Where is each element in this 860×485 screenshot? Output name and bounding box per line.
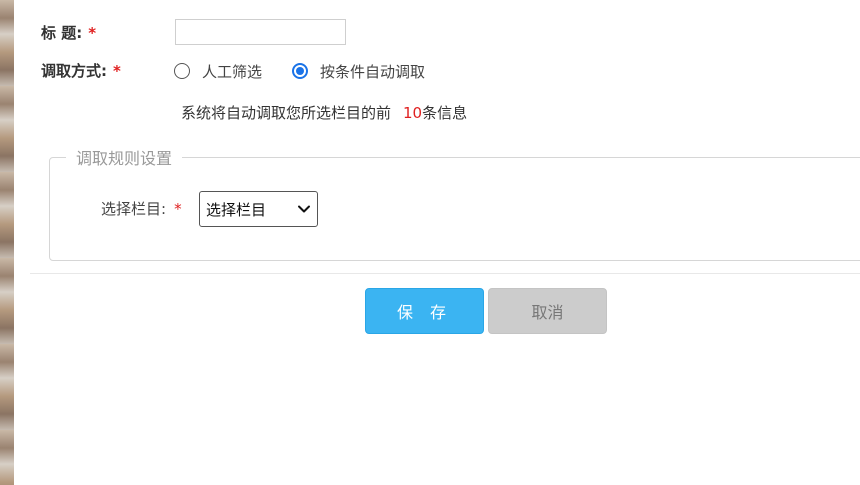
retrieve-form: 标 题: * 调取方式: * 人工筛选 按条件自动调取 系统将自动调取您所选栏目的前… — [0, 0, 860, 485]
rules-legend: 调取规则设置 — [76, 149, 173, 168]
required-mark: * — [174, 200, 182, 218]
info-count: 10 — [403, 104, 423, 122]
save-button[interactable]: 保 存 — [365, 288, 484, 334]
divider — [30, 273, 860, 274]
title-label-row: 标 题: * — [41, 23, 96, 43]
method-label: 调取方式: — [41, 62, 107, 80]
title-label: 标 题: — [41, 24, 83, 42]
radio-checked-icon[interactable] — [292, 63, 309, 79]
cancel-button[interactable]: 取消 — [488, 288, 607, 334]
column-label: 选择栏目: — [101, 200, 167, 218]
method-label-row: 调取方式: * — [41, 61, 121, 81]
info-suffix: 条信息 — [422, 104, 468, 122]
method-radio-group: 人工筛选 按条件自动调取 — [174, 60, 455, 82]
radio-manual-filter[interactable]: 人工筛选 — [174, 61, 262, 82]
auto-retrieve-info: 系统将自动调取您所选栏目的前 10条信息 — [181, 103, 467, 123]
column-label-row: 选择栏目: * — [101, 199, 182, 219]
info-prefix: 系统将自动调取您所选栏目的前 — [181, 104, 392, 122]
required-mark: * — [113, 62, 121, 80]
chevron-down-icon — [298, 205, 310, 213]
radio-manual-filter-label: 人工筛选 — [202, 62, 263, 81]
required-mark: * — [88, 24, 97, 42]
column-select-value: 选择栏目 — [206, 200, 267, 219]
radio-auto-retrieve-label: 按条件自动调取 — [320, 62, 426, 81]
column-select[interactable]: 选择栏目 — [199, 191, 318, 227]
title-input[interactable] — [175, 19, 346, 45]
radio-unchecked-icon[interactable] — [174, 63, 190, 79]
radio-auto-retrieve[interactable]: 按条件自动调取 — [292, 61, 425, 82]
